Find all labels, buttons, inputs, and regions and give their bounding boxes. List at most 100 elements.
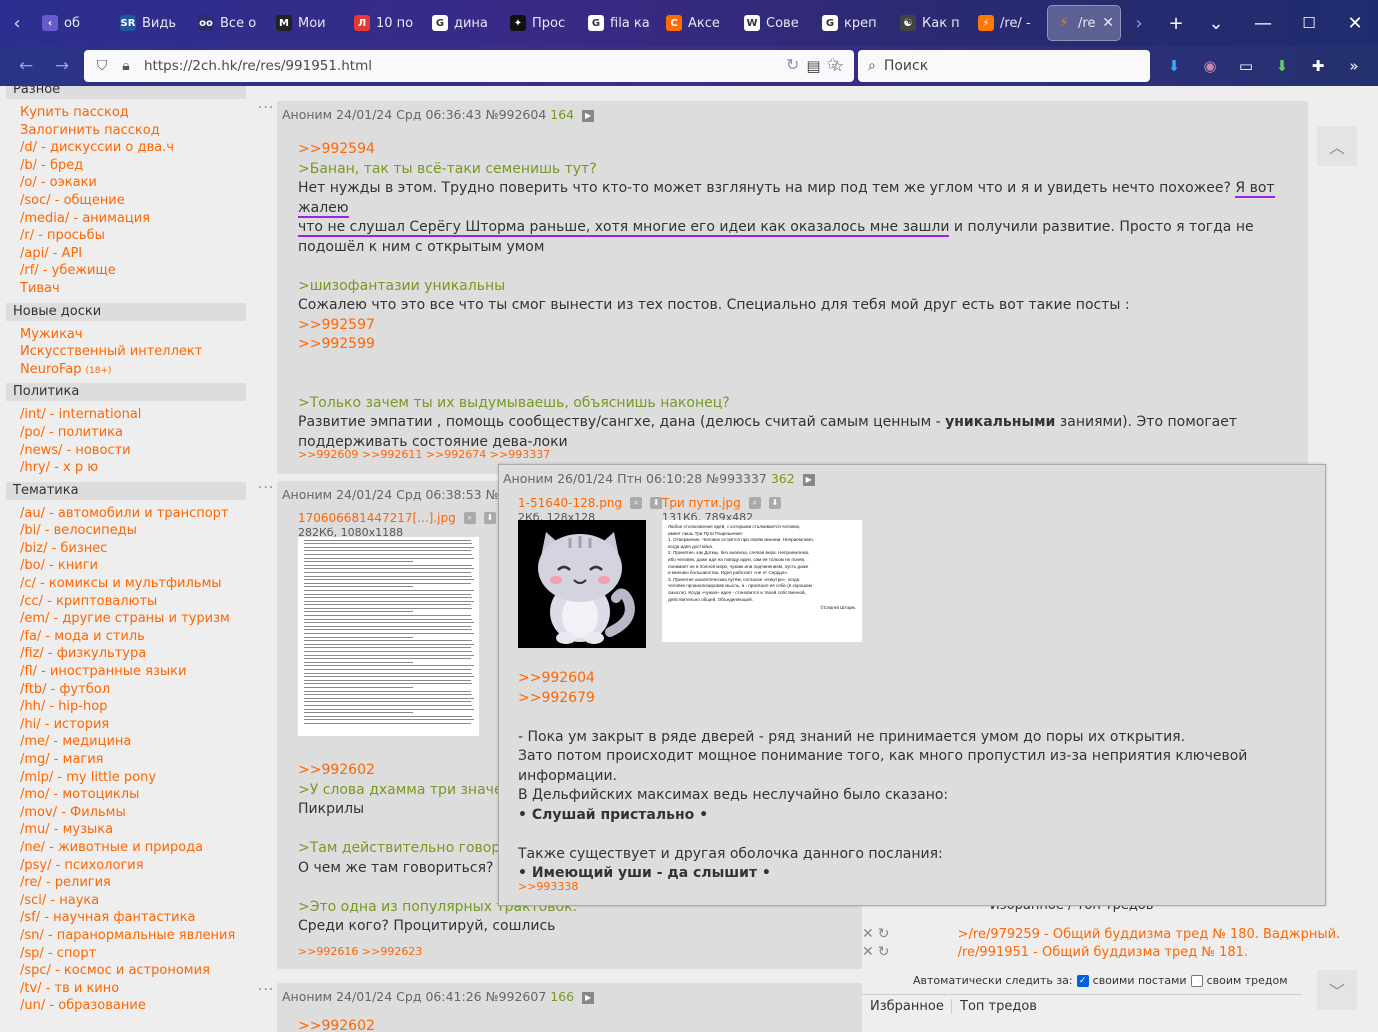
reader-view-icon[interactable]: ▤: [806, 57, 820, 75]
sidebar-board-link[interactable]: /mov/ - Фильмы: [0, 804, 250, 822]
sidebar-board-link[interactable]: /mlp/ - my little pony: [0, 769, 250, 787]
sidebar-board-link[interactable]: /b/ - бред: [0, 157, 250, 175]
refresh-icon[interactable]: ↻: [878, 944, 890, 960]
sidebar-board-link[interactable]: /sp/ - спорт: [0, 945, 250, 963]
sidebar-board-link[interactable]: Мужикач: [0, 326, 250, 344]
post-menu-icon[interactable]: ···: [258, 480, 274, 496]
browser-tab[interactable]: M Мои: [268, 6, 344, 40]
tab-scroll-right-button[interactable]: ›: [1122, 0, 1156, 46]
browser-tab[interactable]: W Сове: [736, 6, 812, 40]
own-thread-checkbox[interactable]: [1190, 974, 1203, 987]
browser-tab[interactable]: Gдина: [424, 6, 500, 40]
play-icon[interactable]: ▶: [582, 109, 595, 122]
reply-link[interactable]: >>992679: [518, 689, 1318, 709]
download-icon[interactable]: ⬇: [768, 496, 781, 509]
sidebar-board-link[interactable]: /news/ - новости: [0, 442, 250, 460]
sidebar-board-link[interactable]: /spc/ - космос и астрономия: [0, 962, 250, 980]
sidebar-board-link[interactable]: /sn/ - паранормальные явления: [0, 927, 250, 945]
sidebar-board-link[interactable]: /media/ - анимация: [0, 210, 250, 228]
sidebar-board-link[interactable]: /int/ - international: [0, 406, 250, 424]
containers-icon[interactable]: ▭: [1232, 52, 1260, 80]
remove-icon[interactable]: ✕: [862, 926, 874, 942]
image-search-icon[interactable]: ⌕: [748, 496, 761, 509]
browser-tab[interactable]: ⚡ /re/ -: [970, 6, 1046, 40]
sidebar-board-link[interactable]: /r/ - просьбы: [0, 227, 250, 245]
sidebar-board-link[interactable]: /tv/ - тв и кино: [0, 980, 250, 998]
post-menu-icon[interactable]: ···: [258, 100, 274, 116]
lock-icon[interactable]: 🔒︎: [114, 58, 138, 74]
post-replies[interactable]: >>993338: [518, 880, 578, 893]
sidebar-board-link[interactable]: /biz/ - бизнес: [0, 540, 250, 558]
sidebar-board-link[interactable]: /hry/ - х р ю: [0, 459, 250, 477]
browser-tab[interactable]: ‹ об: [34, 6, 110, 40]
close-tab-icon[interactable]: ✕: [1102, 15, 1114, 31]
post-replies[interactable]: >>992609 >>992611 >>992674 >>993337: [298, 448, 550, 461]
browser-tab[interactable]: Л 10 по: [346, 6, 422, 40]
sidebar-board-link[interactable]: NeuroFap (18+): [0, 361, 250, 379]
shield-icon[interactable]: ⛉: [90, 58, 114, 74]
download-icon[interactable]: ⬇: [1268, 52, 1296, 80]
sidebar-board-link[interactable]: /o/ - оэкаки: [0, 174, 250, 192]
sidebar-board-link[interactable]: /fiz/ - физкультура: [0, 645, 250, 663]
file-name-link[interactable]: Три пути.jpg: [662, 496, 741, 510]
cat-sticker-thumbnail[interactable]: [518, 520, 646, 648]
tab-active[interactable]: ⚡ /re ✕: [1047, 5, 1121, 41]
sidebar-board-link[interactable]: /em/ - другие страны и туризм: [0, 610, 250, 628]
file-name-link[interactable]: 1-51640-128.png: [518, 496, 622, 510]
url-bar[interactable]: ⛉ 🔒︎ https://2ch.hk/re/res/991951.html ▤…: [84, 50, 854, 82]
post-number[interactable]: 362: [771, 471, 795, 486]
attachment-thumbnail[interactable]: [298, 537, 479, 736]
browser-tab[interactable]: oo Все о: [190, 6, 266, 40]
browser-tab[interactable]: Gкреп: [814, 6, 890, 40]
post-menu-icon[interactable]: ···: [258, 982, 274, 998]
sidebar-board-link[interactable]: /fa/ - мода и стиль: [0, 628, 250, 646]
sidebar-board-link[interactable]: /psy/ - психология: [0, 857, 250, 875]
sidebar-board-link[interactable]: /bi/ - велосипеды: [0, 522, 250, 540]
new-tab-button[interactable]: +: [1156, 0, 1196, 46]
download-extension-icon[interactable]: ⬇: [1160, 52, 1188, 80]
sidebar-board-link[interactable]: /mg/ - магия: [0, 751, 250, 769]
list-all-tabs-button[interactable]: ⌄: [1196, 0, 1236, 46]
reply-link[interactable]: >>992599: [298, 335, 1298, 355]
browser-tab[interactable]: C Аксе: [658, 6, 734, 40]
browser-tab[interactable]: SR Видь: [112, 6, 188, 40]
own-posts-checkbox[interactable]: ✓: [1076, 974, 1089, 987]
tab-favorites[interactable]: Избранное: [870, 999, 944, 1014]
reply-link[interactable]: >>992597: [298, 316, 1298, 336]
sidebar-board-link[interactable]: /sf/ - научная фантастика: [0, 909, 250, 927]
sidebar-board-link[interactable]: /bo/ - книги: [0, 557, 250, 575]
post-number[interactable]: 164: [550, 107, 574, 122]
image-search-icon[interactable]: ⌕: [630, 496, 643, 509]
favorite-thread-link[interactable]: /re/991951 - Общий буддизма тред № 181.: [958, 945, 1248, 960]
refresh-icon[interactable]: ↻: [878, 926, 890, 942]
sidebar-board-link[interactable]: /hi/ - история: [0, 716, 250, 734]
sidebar-board-link[interactable]: /re/ - религия: [0, 874, 250, 892]
sidebar-board-link[interactable]: /mu/ - музыка: [0, 821, 250, 839]
sidebar-board-link[interactable]: /sci/ - наука: [0, 892, 250, 910]
sidebar-board-link[interactable]: /po/ - политика: [0, 424, 250, 442]
sidebar-board-link[interactable]: /cc/ - криптовалюты: [0, 593, 250, 611]
sidebar-board-link[interactable]: Купить пасскод: [0, 104, 250, 122]
play-icon[interactable]: ▶: [582, 991, 595, 1004]
sidebar-board-link[interactable]: /ftb/ - футбол: [0, 681, 250, 699]
sidebar-board-link[interactable]: /c/ - комиксы и мультфильмы: [0, 575, 250, 593]
extensions-icon[interactable]: ✚: [1304, 52, 1332, 80]
sidebar-board-link[interactable]: /soc/ - общение: [0, 192, 250, 210]
play-icon[interactable]: ▶: [802, 473, 815, 486]
reply-link[interactable]: >>992594: [298, 140, 1298, 160]
browser-tab[interactable]: Gfila ка: [580, 6, 656, 40]
sidebar-board-link[interactable]: Искусственный интеллект: [0, 343, 250, 361]
sidebar-board-link[interactable]: Залогинить пасскод: [0, 122, 250, 140]
sidebar-board-link[interactable]: /fl/ - иностранные языки: [0, 663, 250, 681]
post-number[interactable]: 166: [550, 989, 574, 1004]
forward-button[interactable]: →: [44, 50, 80, 82]
minimize-button[interactable]: —: [1240, 0, 1286, 46]
tab-top-threads[interactable]: Топ тредов: [951, 999, 1037, 1014]
browser-tab[interactable]: ✦ Прос: [502, 6, 578, 40]
reply-link[interactable]: >>992604: [518, 669, 1318, 689]
file-name-link[interactable]: 170606681447217[...].jpg: [298, 511, 456, 525]
sidebar-board-link[interactable]: /mo/ - мотоциклы: [0, 786, 250, 804]
remove-icon[interactable]: ✕: [862, 944, 874, 960]
search-bar[interactable]: ⌕ Поиск: [858, 50, 1150, 82]
sidebar-board-link[interactable]: /rf/ - убежище: [0, 262, 250, 280]
